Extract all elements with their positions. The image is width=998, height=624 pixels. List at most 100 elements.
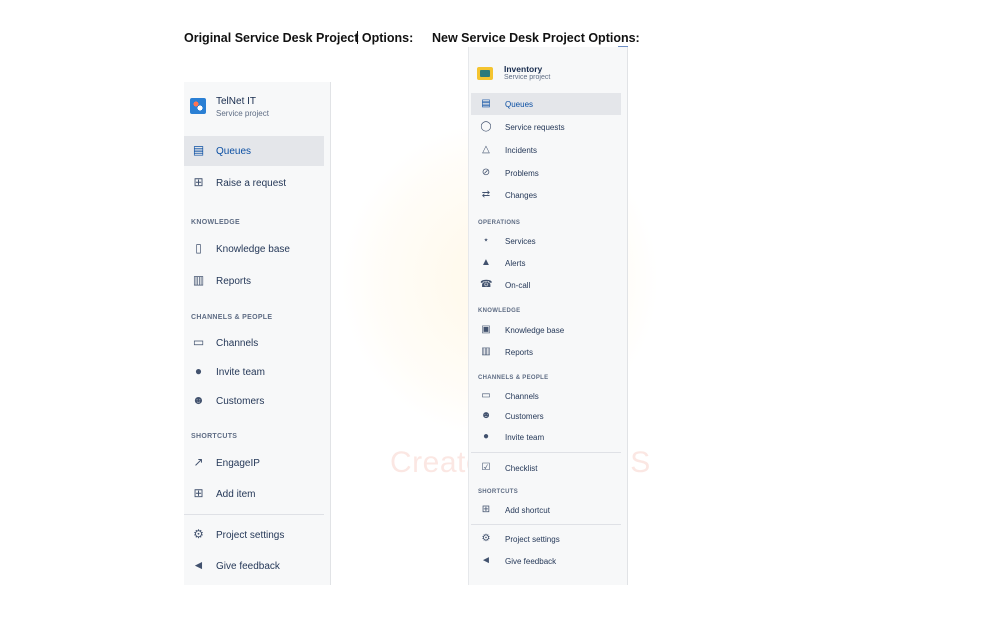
sidebar-item-label: Queues: [216, 146, 252, 157]
sidebar-item-label: Changes: [505, 191, 538, 200]
external-link-icon: ↗: [193, 455, 204, 469]
project-header[interactable]: TelNet IT Service project: [190, 96, 330, 126]
invite-team-icon: ●: [482, 431, 490, 442]
triangle-icon: △: [482, 144, 490, 155]
sidebar-item-label: Give feedback: [216, 561, 280, 572]
sidebar-item-label: EngageIP: [216, 458, 260, 469]
sidebar-item-engageip[interactable]: ↗ EngageIP: [184, 448, 324, 478]
services-icon: ⋆: [482, 235, 490, 246]
knowledge-base-icon: ▣: [481, 324, 491, 335]
sidebar-item-label: Give feedback: [505, 557, 557, 566]
sidebar-item-label: On-call: [505, 281, 531, 290]
sidebar-item-invite-team[interactable]: ● Invite team: [471, 426, 621, 448]
checklist-icon: ☑: [481, 462, 491, 473]
sidebar-item-customers[interactable]: ☻ Customers: [184, 386, 324, 416]
sidebar-item-on-call[interactable]: ☎ On-call: [471, 274, 621, 296]
sidebar-item-give-feedback[interactable]: ◄ Give feedback: [184, 551, 324, 581]
on-call-icon: ☎: [480, 279, 493, 290]
sidebar-item-knowledge-base[interactable]: ▣ Knowledge base: [471, 319, 621, 341]
project-logo-icon: [477, 67, 493, 80]
new-sidebar: Inventory Service project ▤ Queues ◯ Ser…: [468, 47, 628, 585]
project-name: TelNet IT: [216, 96, 257, 107]
sidebar-item-incidents[interactable]: △ Incidents: [471, 139, 621, 161]
sidebar-item-label: Incidents: [505, 146, 538, 155]
sidebar-item-label: Queues: [505, 100, 534, 109]
sidebar-item-channels[interactable]: ▭ Channels: [184, 328, 324, 358]
sidebar-item-changes[interactable]: ⇄ Changes: [471, 184, 621, 206]
sidebar-item-label: Raise a request: [216, 178, 287, 189]
changes-icon: ⇄: [481, 189, 491, 200]
sidebar-item-label: Problems: [505, 169, 539, 178]
sidebar-item-queues[interactable]: ▤ Queues: [471, 93, 621, 115]
megaphone-icon: ◄: [192, 558, 205, 572]
section-operations: OPERATIONS: [478, 220, 521, 226]
sidebar-item-label: Customers: [216, 396, 265, 407]
original-options-heading: Original Service Desk Project Options:: [184, 31, 413, 45]
sidebar-item-label: Project settings: [216, 530, 285, 541]
add-item-icon: ⊞: [193, 486, 204, 500]
sidebar-item-label: Customers: [505, 412, 544, 421]
reports-icon: ▥: [192, 273, 205, 287]
knowledge-base-icon: ▯: [195, 241, 202, 255]
sidebar-item-service-requests[interactable]: ◯ Service requests: [471, 116, 621, 138]
queues-icon: ▤: [481, 98, 491, 109]
megaphone-icon: ◄: [481, 555, 491, 566]
sidebar-item-label: Invite team: [216, 367, 265, 378]
sidebar-item-label: Alerts: [505, 259, 526, 268]
sidebar-item-alerts[interactable]: ▲ Alerts: [471, 252, 621, 274]
sidebar-item-label: Reports: [505, 348, 534, 357]
reports-icon: ▥: [481, 346, 491, 357]
sidebar-item-label: Add item: [216, 489, 256, 500]
project-header[interactable]: Inventory Service project: [477, 62, 627, 86]
customers-icon: ☻: [480, 410, 492, 421]
sidebar-item-project-settings[interactable]: ⚙ Project settings: [184, 520, 324, 550]
gear-icon: ⚙: [193, 527, 204, 541]
sidebar-item-queues[interactable]: ▤ Queues: [184, 136, 324, 166]
project-type: Service project: [504, 74, 551, 81]
channels-icon: ▭: [192, 335, 205, 349]
sidebar-item-label: Invite team: [505, 433, 545, 442]
sidebar-item-project-settings[interactable]: ⚙ Project settings: [471, 528, 621, 550]
sidebar-item-label: Service requests: [505, 123, 565, 132]
sidebar-item-add-shortcut[interactable]: ⊞ Add shortcut: [471, 499, 621, 521]
queues-icon: ▤: [192, 143, 205, 157]
sidebar-item-raise-request[interactable]: ⊞ Raise a request: [184, 168, 324, 198]
sidebar-item-problems[interactable]: ⊘ Problems: [471, 162, 621, 184]
section-knowledge: KNOWLEDGE: [191, 219, 240, 226]
project-logo-icon: [190, 98, 206, 114]
sidebar-item-add-item[interactable]: ⊞ Add item: [184, 479, 324, 509]
sidebar-item-label: Knowledge base: [216, 244, 290, 255]
section-channels-people: CHANNELS & PEOPLE: [478, 375, 549, 381]
new-options-heading: New Service Desk Project Options:: [432, 31, 640, 45]
sidebar-item-label: Add shortcut: [505, 506, 550, 515]
project-type: Service project: [216, 109, 269, 118]
sidebar-item-knowledge-base[interactable]: ▯ Knowledge base: [184, 234, 324, 264]
sidebar-item-label: Channels: [216, 338, 259, 349]
sidebar-item-channels[interactable]: ▭ Channels: [471, 385, 621, 407]
gear-icon: ⚙: [481, 533, 491, 544]
sidebar-item-label: Reports: [216, 276, 252, 287]
section-shortcuts: SHORTCUTS: [478, 489, 519, 495]
sidebar-item-reports[interactable]: ▥ Reports: [184, 266, 324, 296]
speech-bubble-icon: ◯: [480, 121, 492, 132]
project-name: Inventory: [504, 64, 543, 74]
sidebar-item-services[interactable]: ⋆ Services: [471, 230, 621, 252]
sidebar-item-customers[interactable]: ☻ Customers: [471, 405, 621, 427]
invite-team-icon: ●: [194, 364, 203, 378]
divider: [471, 524, 621, 525]
section-knowledge: KNOWLEDGE: [478, 308, 521, 314]
sidebar-item-label: Knowledge base: [505, 326, 565, 335]
original-sidebar: TelNet IT Service project ▤ Queues ⊞ Rai…: [184, 82, 331, 585]
no-entry-icon: ⊘: [481, 167, 491, 178]
sidebar-item-invite-team[interactable]: ● Invite team: [184, 357, 324, 387]
sidebar-item-checklist[interactable]: ☑ Checklist: [471, 457, 621, 479]
divider: [184, 514, 324, 515]
sidebar-item-give-feedback[interactable]: ◄ Give feedback: [471, 550, 621, 572]
original-heading-part-2: Options:: [358, 31, 414, 45]
section-channels-people: CHANNELS & PEOPLE: [191, 314, 273, 321]
sidebar-item-reports[interactable]: ▥ Reports: [471, 341, 621, 363]
add-shortcut-icon: ⊞: [481, 504, 491, 515]
original-heading-part-1: Original Service Desk Project: [184, 31, 359, 45]
sidebar-item-label: Checklist: [505, 464, 538, 473]
section-shortcuts: SHORTCUTS: [191, 433, 238, 440]
